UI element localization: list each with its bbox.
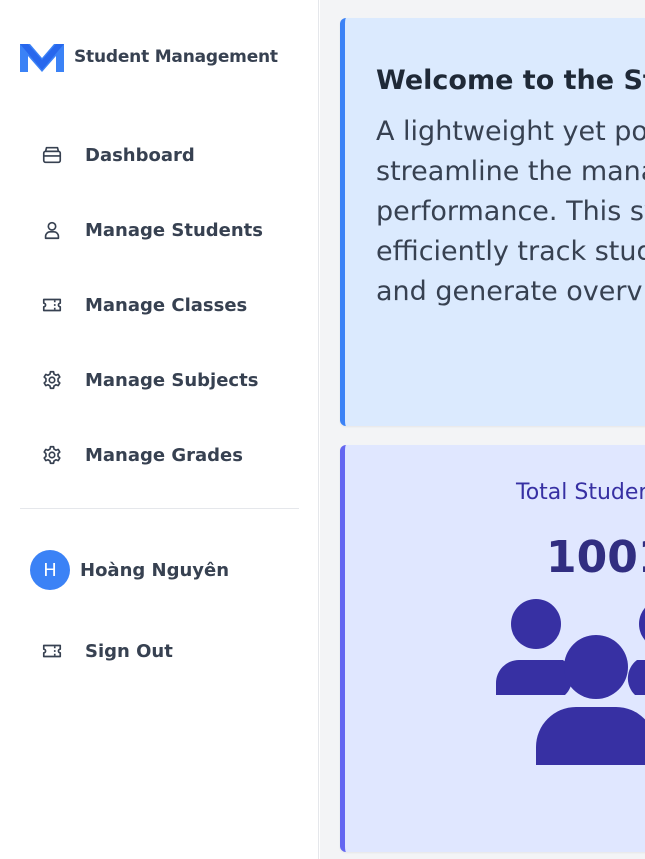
welcome-title: Welcome to the Stu [376, 65, 645, 96]
stats-value: 1001 [546, 532, 645, 583]
welcome-line: performance. This sy [376, 196, 645, 227]
brand[interactable]: Student Management [20, 40, 278, 74]
sidebar-item-label: Manage Classes [85, 294, 248, 316]
sidebar-item-manage-subjects[interactable]: Manage Subjects [40, 365, 258, 395]
sidebar-item-label: Manage Grades [85, 444, 243, 466]
sign-out-label: Sign Out [85, 640, 173, 662]
welcome-line: and generate overvie [376, 276, 645, 307]
ticket-icon [40, 639, 64, 663]
sidebar-item-manage-students[interactable]: Manage Students [40, 215, 263, 245]
sidebar-item-label: Manage Subjects [85, 369, 259, 391]
gear-icon [40, 368, 64, 392]
archive-icon [40, 143, 64, 167]
total-students-card: Total Studen 1001 [340, 445, 645, 852]
brand-name: Student Management [74, 47, 278, 67]
welcome-line: A lightweight yet pow [376, 116, 645, 147]
sidebar-item-dashboard[interactable]: Dashboard [40, 140, 195, 170]
sidebar-item-manage-grades[interactable]: Manage Grades [40, 440, 243, 470]
sidebar-item-manage-classes[interactable]: Manage Classes [40, 290, 247, 320]
avatar: H [30, 550, 70, 590]
sidebar: Student Management Dashboard Manage Stud… [0, 0, 319, 859]
sidebar-item-label: Manage Students [85, 219, 263, 241]
m-logo-icon [20, 44, 64, 72]
welcome-card: Welcome to the Stu A lightweight yet pow… [340, 18, 645, 426]
user-profile[interactable]: H Hoàng Nguyên [30, 550, 229, 590]
welcome-line: streamline the mana [376, 156, 645, 187]
users-group-icon [496, 599, 645, 765]
user-name: Hoàng Nguyên [80, 559, 230, 581]
sign-out-button[interactable]: Sign Out [40, 636, 173, 666]
ticket-icon [40, 293, 64, 317]
user-icon [40, 218, 64, 242]
main-content: Welcome to the Stu A lightweight yet pow… [320, 0, 645, 859]
app-window: Student Management Dashboard Manage Stud… [0, 0, 645, 859]
welcome-line: efficiently track stude [376, 236, 645, 267]
welcome-description: A lightweight yet pow streamline the man… [376, 112, 645, 312]
stats-label: Total Studen [516, 480, 645, 505]
sidebar-divider [20, 508, 299, 509]
sidebar-item-label: Dashboard [85, 144, 195, 166]
gear-icon [40, 443, 64, 467]
